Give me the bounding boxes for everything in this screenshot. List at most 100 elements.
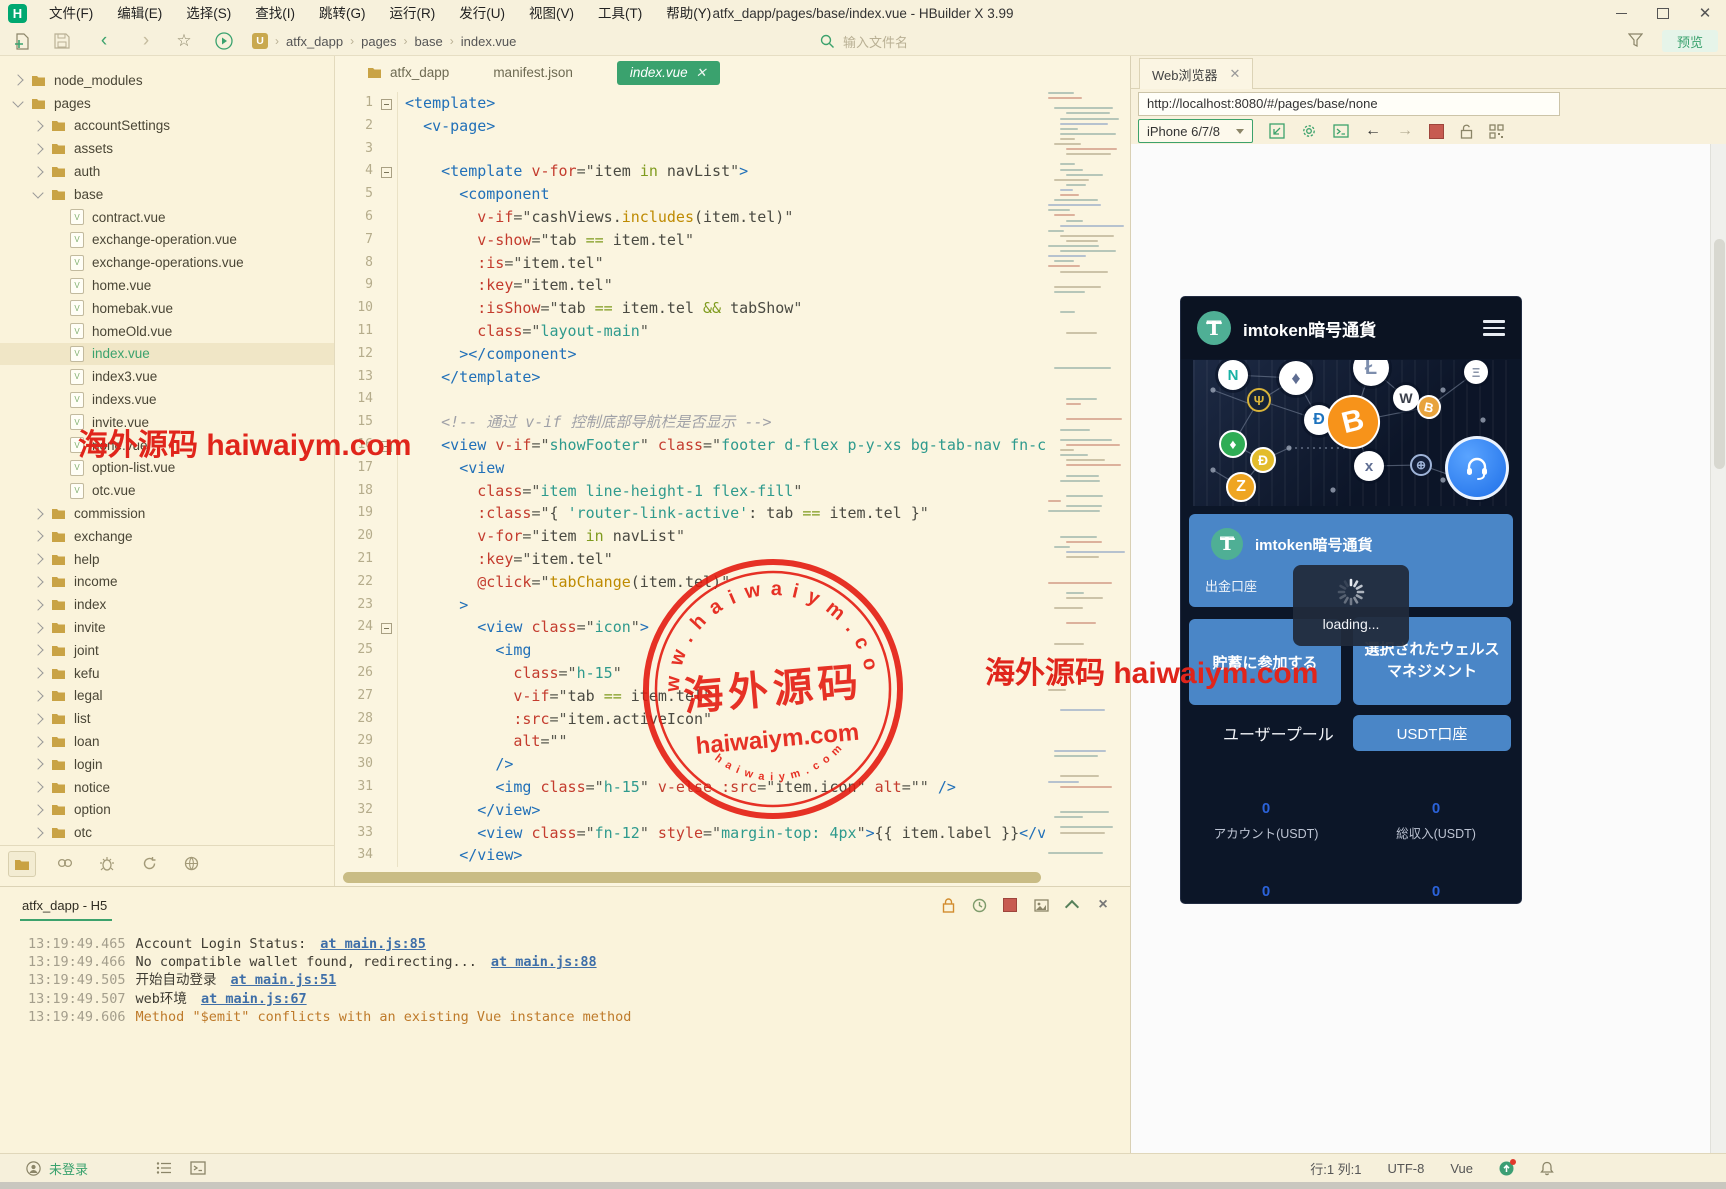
tree-item-assets[interactable]: assets — [0, 137, 334, 160]
menu-item-运行R[interactable]: 运行(R) — [378, 0, 448, 27]
close-tab-icon[interactable]: ✕ — [696, 65, 707, 81]
encoding[interactable]: UTF-8 — [1388, 1161, 1425, 1176]
stop-server-icon[interactable] — [1429, 124, 1444, 139]
chevron-right-icon[interactable] — [32, 166, 43, 177]
chevron-right-icon[interactable] — [32, 781, 43, 792]
url-input[interactable]: http://localhost:8080/#/pages/base/none — [1138, 92, 1560, 116]
preview-scrollbar[interactable] — [1710, 144, 1726, 1153]
collapse-panel-icon[interactable] — [1063, 896, 1081, 914]
log-source-link[interactable]: at main.js:67 — [201, 991, 307, 1007]
update-icon[interactable] — [1499, 1161, 1514, 1176]
menu-item-发行U[interactable]: 发行(U) — [447, 0, 517, 27]
unlock-icon[interactable] — [1460, 124, 1473, 139]
hamburger-menu-icon[interactable] — [1483, 320, 1505, 336]
tree-item-indexs.vue[interactable]: Vindexs.vue — [0, 388, 334, 411]
device-select[interactable]: iPhone 6/7/8 — [1138, 119, 1253, 143]
chevron-right-icon[interactable] — [32, 508, 43, 519]
back-icon[interactable]: ‹ — [92, 30, 116, 52]
chevron-down-icon[interactable] — [12, 96, 23, 107]
tree-item-kefu[interactable]: kefu — [0, 662, 334, 685]
nav-back-icon[interactable]: ← — [1365, 123, 1381, 139]
qr-code-icon[interactable] — [1489, 124, 1504, 139]
browser-tab[interactable]: Web浏览器 ✕ — [1139, 58, 1253, 89]
tree-item-pages[interactable]: pages — [0, 92, 334, 115]
tree-item-index[interactable]: index — [0, 593, 334, 616]
tree-item-node_modules[interactable]: node_modules — [0, 69, 334, 92]
menu-item-编辑E[interactable]: 编辑(E) — [105, 0, 174, 27]
menu-item-帮助Y[interactable]: 帮助(Y) — [654, 0, 723, 27]
files-view-icon[interactable] — [8, 851, 36, 877]
console-tab[interactable]: atfx_dapp - H5 — [22, 898, 107, 913]
tree-item-exchange[interactable]: exchange — [0, 525, 334, 548]
tree-item-exchange-operations.vue[interactable]: Vexchange-operations.vue — [0, 251, 334, 274]
support-chat-button[interactable] — [1445, 436, 1509, 500]
search-view-icon[interactable] — [52, 851, 78, 875]
filter-icon[interactable] — [1628, 32, 1643, 47]
breadcrumb-item[interactable]: base — [415, 34, 443, 49]
tree-item-otc.vue[interactable]: Votc.vue — [0, 479, 334, 502]
log-source-link[interactable]: at main.js:88 — [491, 954, 597, 970]
browser-tab-close-icon[interactable]: ✕ — [1230, 66, 1241, 82]
devtools-console-icon[interactable] — [1333, 124, 1349, 138]
editor-tab-atfx_dapp[interactable]: atfx_dapp — [367, 65, 449, 80]
nav-forward-icon[interactable]: → — [1397, 123, 1413, 139]
stop-icon[interactable] — [1001, 896, 1019, 914]
bookmark-icon[interactable]: ☆ — [172, 30, 196, 52]
breadcrumb-item[interactable]: pages — [361, 34, 396, 49]
cursor-position[interactable]: 行:1 列:1 — [1310, 1159, 1361, 1178]
preview-button[interactable]: 预览 — [1662, 30, 1718, 52]
chevron-right-icon[interactable] — [32, 645, 43, 656]
tree-item-invite[interactable]: invite — [0, 616, 334, 639]
chevron-right-icon[interactable] — [32, 622, 43, 633]
tree-item-exchange-operation.vue[interactable]: Vexchange-operation.vue — [0, 229, 334, 252]
tree-item-loan[interactable]: loan — [0, 730, 334, 753]
chevron-right-icon[interactable] — [32, 599, 43, 610]
forward-icon[interactable]: › — [134, 30, 158, 52]
tree-item-commission[interactable]: commission — [0, 502, 334, 525]
minimize-button[interactable] — [1600, 0, 1642, 27]
open-external-icon[interactable] — [1269, 123, 1285, 139]
tree-item-joint[interactable]: joint — [0, 639, 334, 662]
tree-item-index3.vue[interactable]: Vindex3.vue — [0, 365, 334, 388]
menu-item-跳转G[interactable]: 跳转(G) — [307, 0, 378, 27]
chevron-right-icon[interactable] — [32, 120, 43, 131]
breadcrumb-item[interactable]: atfx_dapp — [286, 34, 343, 49]
chevron-right-icon[interactable] — [32, 827, 43, 838]
debug-view-icon[interactable] — [94, 851, 120, 875]
tree-item-index.vue[interactable]: Vindex.vue — [0, 343, 334, 366]
chevron-down-icon[interactable] — [32, 187, 43, 198]
run-icon[interactable] — [212, 30, 236, 52]
chevron-right-icon[interactable] — [32, 576, 43, 587]
menu-item-视图V[interactable]: 视图(V) — [517, 0, 586, 27]
menu-item-选择S[interactable]: 选择(S) — [174, 0, 243, 27]
tree-item-otc[interactable]: otc — [0, 821, 334, 844]
terminal-icon[interactable] — [190, 1161, 206, 1175]
tree-item-homebak.vue[interactable]: Vhomebak.vue — [0, 297, 334, 320]
menu-item-文件F[interactable]: 文件(F) — [37, 0, 105, 27]
history-icon[interactable] — [970, 896, 988, 914]
close-button[interactable]: ✕ — [1684, 0, 1726, 27]
chevron-right-icon[interactable] — [32, 667, 43, 678]
tree-item-notice[interactable]: notice — [0, 776, 334, 799]
minimap[interactable] — [1046, 92, 1128, 874]
tree-item-help[interactable]: help — [0, 548, 334, 571]
usdt-account-button[interactable]: USDT口座 — [1353, 715, 1511, 751]
chevron-right-icon[interactable] — [32, 531, 43, 542]
chevron-right-icon[interactable] — [32, 804, 43, 815]
chevron-right-icon[interactable] — [32, 759, 43, 770]
screenshot-icon[interactable] — [1032, 896, 1050, 914]
extensions-view-icon[interactable] — [178, 851, 204, 875]
clear-console-icon[interactable]: × — [1094, 896, 1112, 914]
login-status[interactable]: 未登录 — [49, 1159, 88, 1178]
tree-item-contract.vue[interactable]: Vcontract.vue — [0, 206, 334, 229]
lock-scroll-icon[interactable] — [939, 896, 957, 914]
log-source-link[interactable]: at main.js:85 — [320, 936, 426, 952]
file-type[interactable]: Vue — [1450, 1161, 1473, 1176]
tree-item-list[interactable]: list — [0, 707, 334, 730]
chevron-right-icon[interactable] — [32, 736, 43, 747]
tree-item-homeOld.vue[interactable]: VhomeOld.vue — [0, 320, 334, 343]
fold-icon[interactable] — [381, 167, 392, 178]
tree-item-accountSettings[interactable]: accountSettings — [0, 115, 334, 138]
notification-bell-icon[interactable] — [1540, 1161, 1554, 1176]
menu-item-查找I[interactable]: 查找(I) — [243, 0, 307, 27]
